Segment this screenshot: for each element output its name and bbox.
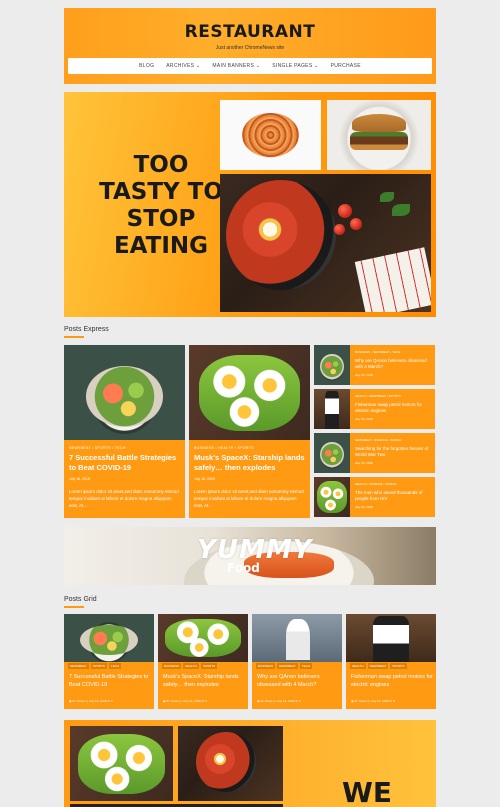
post-date: July 16, 2018 — [355, 373, 373, 377]
post-meta: ◉ 87 Views ◷ July 16, 2018 ✉ 0 — [163, 699, 207, 703]
post-title[interactable]: Why are QAnon believers obsessed with 4 … — [355, 358, 433, 370]
main-nav: BLOG ARCHIVES ⌄ MAIN BANNERS ⌄ SINGLE PA… — [68, 58, 432, 74]
post-thumbnail[interactable] — [314, 477, 350, 517]
site-tagline: Just another ChromeNews site — [215, 45, 285, 51]
tag-label[interactable]: NEWSBEAT — [367, 663, 389, 669]
express-big-post-1[interactable]: NEWSBEAT • SPORTS • TECH 7 Successful Ba… — [64, 345, 185, 518]
post-thumbnail[interactable] — [346, 614, 436, 662]
nav-item-purchase[interactable]: PURCHASE — [331, 63, 361, 69]
post-tags: NEWSBEAT SPORTS TECH — [68, 663, 122, 669]
post-thumbnail[interactable] — [64, 614, 154, 662]
bottom-banner: WE — [64, 720, 436, 807]
post-date: July 16, 2018 — [355, 505, 373, 509]
express-small-post-3[interactable]: NEWSBEAT • SCIENCE • WORLD Searching for… — [314, 433, 435, 473]
post-tags[interactable]: HEALTH • SCIENCE • WORLD — [355, 482, 397, 486]
bottom-image-bowl[interactable] — [70, 726, 173, 801]
nav-item-main-banners[interactable]: MAIN BANNERS ⌄ — [212, 63, 260, 69]
post-title[interactable]: Fisherman swap petrol motors for electri… — [355, 402, 433, 414]
post-title[interactable]: Fisherman swap petrol motors for electri… — [351, 673, 433, 689]
post-thumbnail[interactable] — [314, 433, 350, 473]
post-tags: BUSINESS NEWSBEAT TECH — [256, 663, 312, 669]
hero-image-shakshuka[interactable] — [220, 174, 431, 312]
express-small-post-4[interactable]: HEALTH • SCIENCE • WORLD The man who sav… — [314, 477, 435, 517]
tag-label[interactable]: SPORTS — [200, 663, 218, 669]
site-title[interactable]: RESTAURANT — [64, 22, 436, 42]
post-tags[interactable]: HEALTH • NEWSBEAT • SPORTS — [355, 394, 401, 398]
tomato-shape — [334, 224, 345, 235]
hero-banner: TOO TASTY TO STOP EATING — [64, 92, 436, 317]
post-tags: BUSINESS HEALTH SPORTS — [162, 663, 218, 669]
post-tags[interactable]: BUSINESS • NEWSBEAT • TECH — [355, 350, 400, 354]
post-tags[interactable]: NEWSBEAT • SCIENCE • WORLD — [355, 438, 402, 442]
tag-label[interactable]: NEWSBEAT — [68, 663, 89, 669]
post-title[interactable]: Musk's SpaceX: Starship lands safely… th… — [163, 673, 245, 689]
post-date: July 16, 2018 — [355, 417, 373, 421]
posts-express-title: Posts Express — [64, 326, 109, 338]
tag-label[interactable]: SPORTS — [90, 663, 107, 669]
bottom-image-shakshuka[interactable] — [178, 726, 283, 801]
posts-grid-title: Posts Grid — [64, 596, 97, 608]
nav-item-archives[interactable]: ARCHIVES ⌄ — [166, 63, 200, 69]
basil-leaf — [392, 204, 410, 216]
post-meta: ◉ 67 Views ◷ July 16, 2018 ✉ 0 — [351, 699, 395, 703]
tag-label[interactable]: HEALTH — [350, 663, 366, 669]
yummy-food-banner[interactable]: YUMMY Food — [64, 527, 436, 585]
tag-label[interactable]: SPORTS — [390, 663, 407, 669]
post-tags: HEALTH NEWSBEAT SPORTS — [350, 663, 407, 669]
banner-subheading: Food — [227, 561, 260, 575]
post-tags[interactable]: BUSINESS • HEALTH • SPORTS — [194, 446, 254, 450]
express-big-post-2[interactable]: BUSINESS • HEALTH • SPORTS Musk's SpaceX… — [189, 345, 310, 518]
tag-label[interactable]: HEALTH — [183, 663, 199, 669]
post-thumbnail[interactable] — [314, 345, 350, 385]
post-thumbnail[interactable] — [189, 345, 310, 440]
tag-label[interactable]: TECH — [108, 663, 122, 669]
post-title[interactable]: The man who saved thousands of people fr… — [355, 490, 433, 502]
post-thumbnail[interactable] — [314, 389, 350, 429]
post-title[interactable]: 7 Successful Battle Strategies to Beat C… — [69, 673, 151, 689]
basil-leaf — [380, 192, 394, 202]
tag-label[interactable]: NEWSBEAT — [277, 663, 298, 669]
tag-label[interactable]: TECH — [299, 663, 312, 669]
express-small-post-2[interactable]: HEALTH • NEWSBEAT • SPORTS Fisherman swa… — [314, 389, 435, 429]
post-date: July 16, 2018 — [69, 477, 90, 481]
post-title[interactable]: Why are QAnon believers obsessed with 4 … — [257, 673, 339, 689]
grid-post-2[interactable]: BUSINESS HEALTH SPORTS Musk's SpaceX: St… — [158, 614, 248, 709]
grid-post-4[interactable]: HEALTH NEWSBEAT SPORTS Fisherman swap pe… — [346, 614, 436, 709]
post-tags[interactable]: NEWSBEAT • SPORTS • TECH — [69, 446, 126, 450]
pan-shape — [226, 180, 336, 290]
post-title[interactable]: Musk's SpaceX: Starship lands safely… th… — [194, 453, 306, 473]
tomato-shape — [350, 218, 362, 230]
nav-item-single-pages[interactable]: SINGLE PAGES ⌄ — [272, 63, 318, 69]
post-thumbnail[interactable] — [158, 614, 248, 662]
hero-image-pasta[interactable] — [220, 100, 321, 170]
tomato-shape — [338, 204, 352, 218]
site-header: RESTAURANT Just another ChromeNews site … — [64, 8, 436, 84]
post-meta: ◉ 67 Views ◷ July 16, 2018 ✉ 0 — [69, 699, 113, 703]
post-date: July 16, 2018 — [355, 461, 373, 465]
grid-post-3[interactable]: BUSINESS NEWSBEAT TECH Why are QAnon bel… — [252, 614, 342, 709]
bottom-banner-heading: WE — [342, 776, 393, 807]
tag-label[interactable]: BUSINESS — [162, 663, 182, 669]
post-excerpt: Lorem ipsum dolor sit amet,sed diam nonu… — [194, 489, 304, 508]
express-small-post-1[interactable]: BUSINESS • NEWSBEAT • TECH Why are QAnon… — [314, 345, 435, 385]
tag-label[interactable]: BUSINESS — [256, 663, 276, 669]
post-excerpt: Lorem ipsum dolor sit amet,sed diam nonu… — [69, 489, 179, 508]
pan-shape — [196, 732, 256, 792]
nav-item-blog[interactable]: BLOG — [139, 63, 154, 69]
post-meta: ◉ 61 Views ◷ July 16, 2018 ✉ 0 — [257, 699, 301, 703]
post-thumbnail[interactable] — [64, 345, 185, 440]
post-thumbnail[interactable] — [252, 614, 342, 662]
post-title[interactable]: Searching for the forgotten heroes of Wo… — [355, 446, 433, 458]
hero-headline: TOO TASTY TO STOP EATING — [99, 152, 223, 259]
grid-post-1[interactable]: NEWSBEAT SPORTS TECH 7 Successful Battle… — [64, 614, 154, 709]
napkin-shape — [354, 247, 431, 312]
hero-image-burger[interactable] — [327, 100, 431, 170]
post-title[interactable]: 7 Successful Battle Strategies to Beat C… — [69, 453, 181, 473]
post-date: July 16, 2018 — [194, 477, 215, 481]
